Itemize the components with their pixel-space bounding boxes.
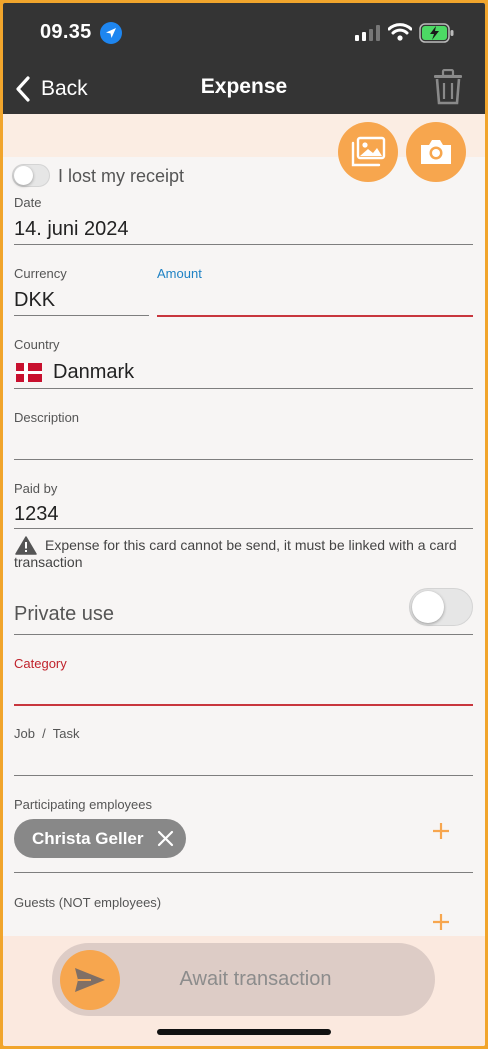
trash-icon[interactable] [433,69,463,105]
country-field[interactable]: Danmark [53,361,134,384]
participants-underline [14,872,473,873]
job-task-field[interactable] [14,743,473,775]
send-icon [75,968,105,992]
description-label: Description [14,410,80,425]
battery-icon [419,23,454,43]
home-indicator [157,1029,331,1035]
job-task-underline [14,775,473,776]
participant-name: Christa Geller [32,828,144,848]
category-label: Category [14,656,67,671]
page-title: Expense [200,75,288,98]
country-underline [14,388,473,389]
private-use-label: Private use [14,603,115,625]
description-field[interactable] [14,428,473,460]
gallery-button[interactable] [338,122,398,182]
currency-underline [14,315,149,316]
paid-by-field[interactable]: 1234 [14,503,59,526]
job-task-label: Job / Task [14,726,80,741]
amount-label: Amount [157,266,202,281]
date-underline [14,244,473,245]
private-use-toggle[interactable] [409,588,473,626]
gallery-icon [351,136,386,167]
guests-label: Guests (NOT employees) [14,895,162,910]
add-participant-button[interactable] [432,822,450,840]
description-underline [14,459,473,460]
wifi-icon [388,23,412,41]
private-use-underline [14,634,473,635]
country-label: Country [14,337,60,352]
send-button[interactable] [60,950,120,1010]
lost-receipt-label: I lost my receipt [58,166,185,186]
currency-field[interactable]: DKK [14,289,55,312]
app-screen: 09.35 Back Expense I lost my receipt Dat… [3,3,485,1046]
close-icon[interactable] [157,830,174,847]
date-label: Date [14,195,42,210]
category-underline [14,704,473,706]
await-transaction-label: Await transaction [179,968,332,990]
add-guest-button[interactable] [432,913,450,931]
location-icon [100,22,122,44]
paid-by-label: Paid by [14,481,58,496]
camera-button[interactable] [406,122,466,182]
warning-message: Expense for this card cannot be send, it… [14,537,457,570]
denmark-flag-icon [16,363,42,382]
participant-chip[interactable]: Christa Geller [14,819,186,858]
currency-label: Currency [14,266,67,281]
participants-label: Participating employees [14,797,153,812]
status-time: 09.35 [40,21,92,43]
lost-receipt-toggle[interactable] [12,164,50,187]
amount-field[interactable] [157,283,473,315]
camera-icon [421,140,451,164]
signal-icon [355,25,380,41]
category-field[interactable] [14,673,473,705]
paid-by-underline [14,528,473,529]
amount-underline [157,315,473,317]
date-field[interactable]: 14. juni 2024 [14,218,129,241]
header-bar: 09.35 Back Expense [3,3,485,114]
